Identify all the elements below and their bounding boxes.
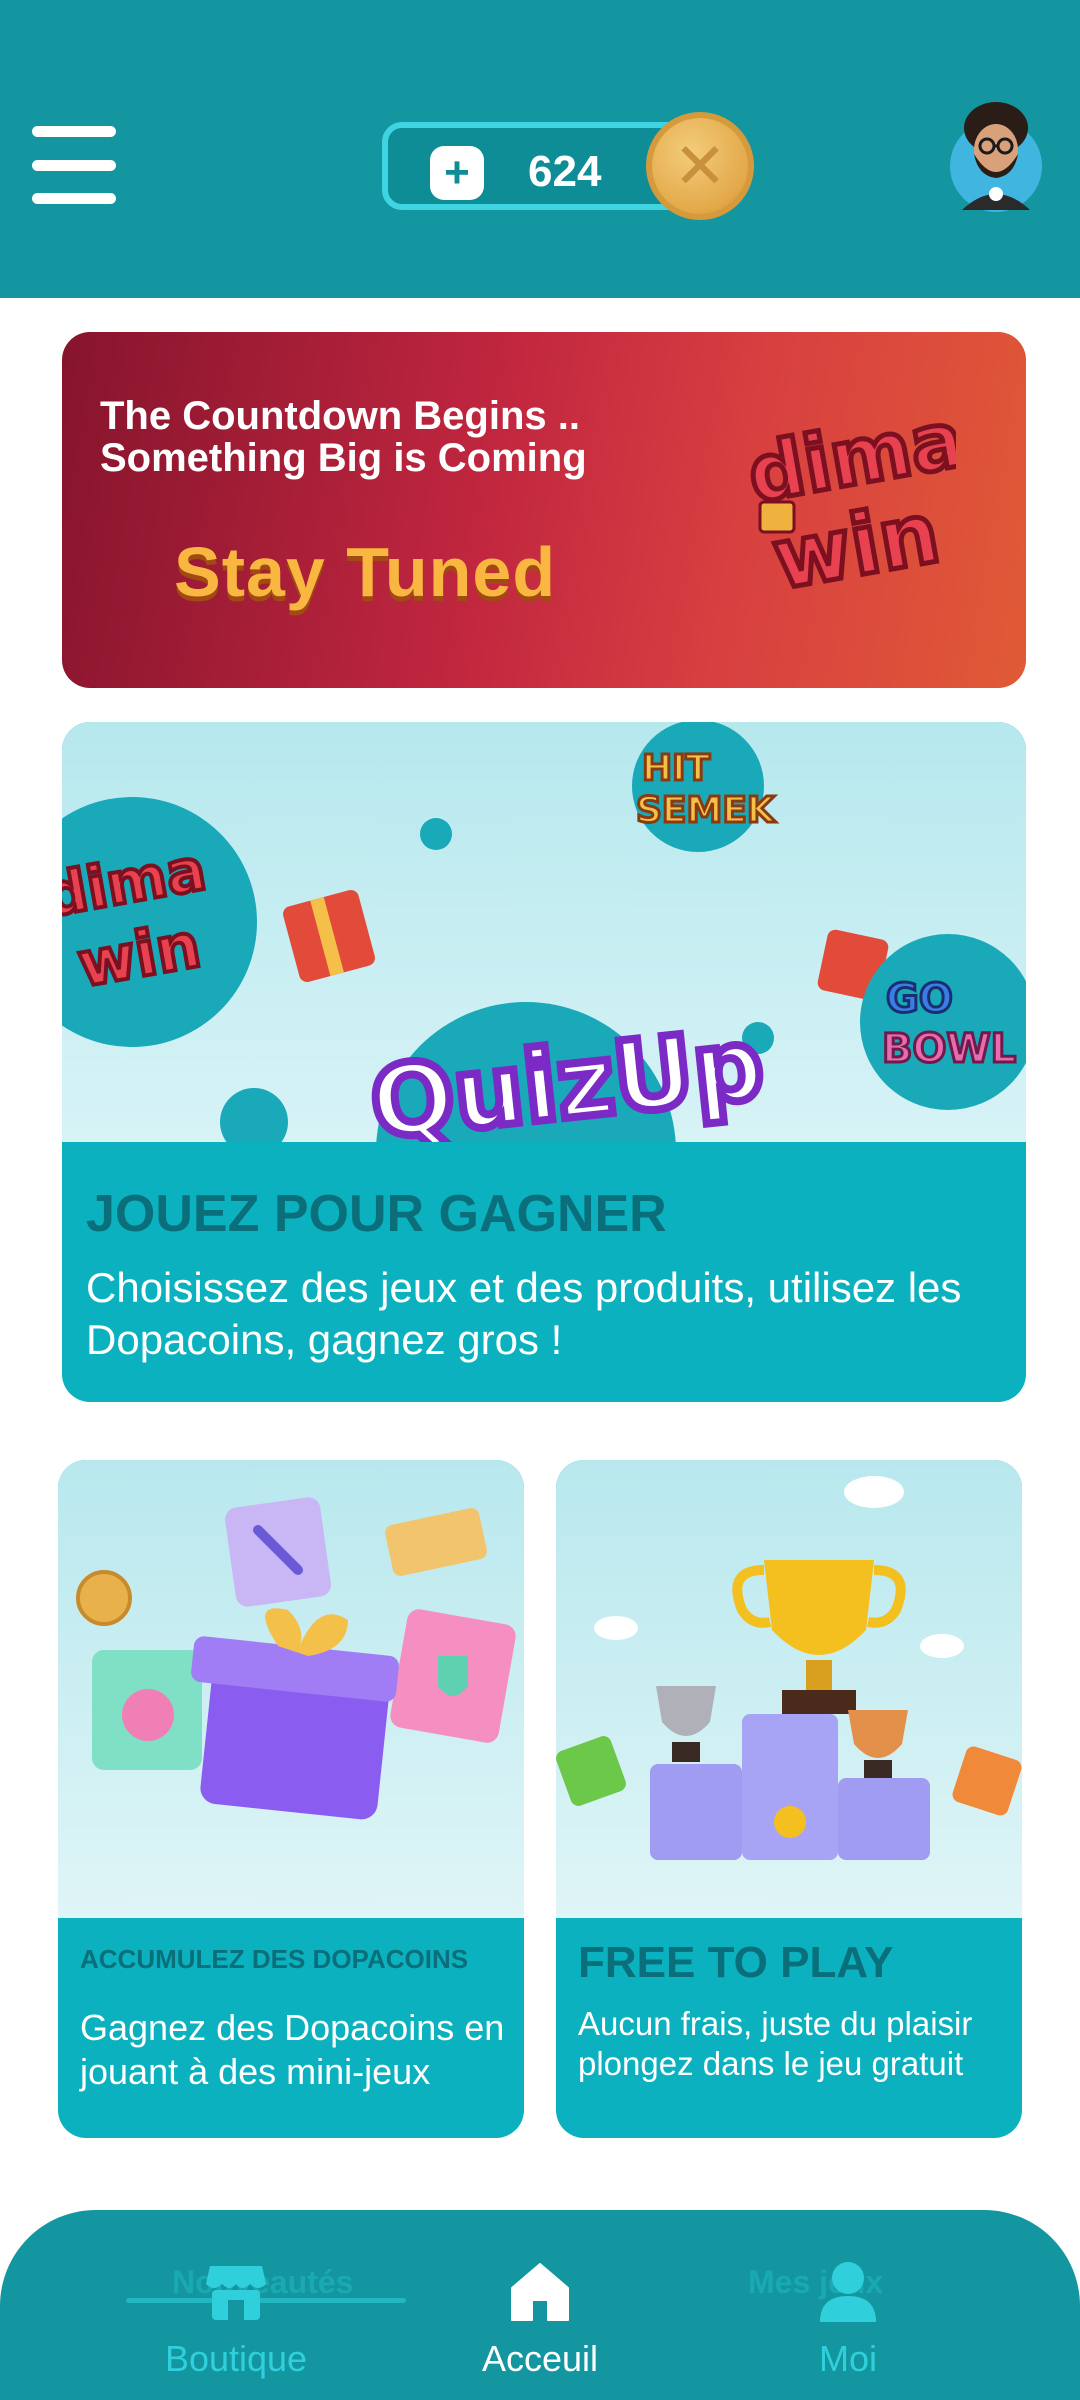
banner-subheadline: Something Big is Coming [100,436,587,480]
svg-text:QuizUp: QuizUp [366,1007,769,1142]
dopacoin-icon: ✕ [646,112,754,220]
svg-text:SEMEK: SEMEK [636,790,776,831]
svg-text:BOWL: BOWL [882,1026,1016,1072]
trophies-illustration [556,1460,1022,1918]
banner-headline: The Countdown Begins .. [100,394,580,438]
earn-card-title: ACCUMULEZ DES DOPACOINS [80,1944,469,1974]
add-coins-button[interactable]: + [430,146,484,200]
free-card-description: Aucun frais, juste du plaisir plongez da… [578,2005,973,2082]
play-card-title: JOUEZ POUR GAGNER [86,1185,667,1243]
home-icon [511,2263,569,2321]
games-illustration: dima win HIT SEMEK QuizUp GO BOWL [62,722,1026,1142]
nav-label-moi: Moi [818,2338,877,2379]
svg-text:GO: GO [886,976,953,1022]
dima-win-logo: dima win [739,392,956,611]
nav-item-acceuil[interactable]: Acceuil [420,2260,660,2380]
svg-text:HIT: HIT [642,748,711,789]
play-card-description: Choisissez des jeux et des produits, uti… [86,1264,962,1363]
nav-item-boutique[interactable]: Boutique [116,2260,356,2380]
free-card-title: FREE TO PLAY [578,1938,894,1987]
promo-banner[interactable]: The Countdown Begins .. Something Big is… [62,332,1026,688]
nav-label-acceuil: Acceuil [481,2338,599,2379]
banner-cta: Stay Tuned [174,533,557,611]
user-avatar[interactable] [948,98,1044,214]
coin-balance: 624 [528,147,602,196]
shop-icon [206,2266,266,2320]
user-icon [820,2262,876,2322]
bottom-navigation: Nouveautés Mes jeux Boutique Acceuil Moi [0,2210,1080,2400]
nav-label-boutique: Boutique [164,2338,308,2379]
earn-card-description: Gagnez des Dopacoins en jouant à des min… [80,2007,505,2092]
free-to-play-card[interactable]: FREE TO PLAY Aucun frais, juste du plais… [556,1460,1022,2138]
play-to-win-card[interactable]: dima win HIT SEMEK QuizUp GO BOWL JOUEZ … [62,722,1026,1402]
hamburger-menu-icon[interactable] [32,126,116,204]
app-header: + 624 ✕ [0,0,1080,298]
gift-box-illustration [58,1460,524,1918]
earn-dopacoins-card[interactable]: ACCUMULEZ DES DOPACOINS Gagnez des Dopac… [58,1460,524,2138]
nav-item-moi[interactable]: Moi [728,2260,968,2380]
